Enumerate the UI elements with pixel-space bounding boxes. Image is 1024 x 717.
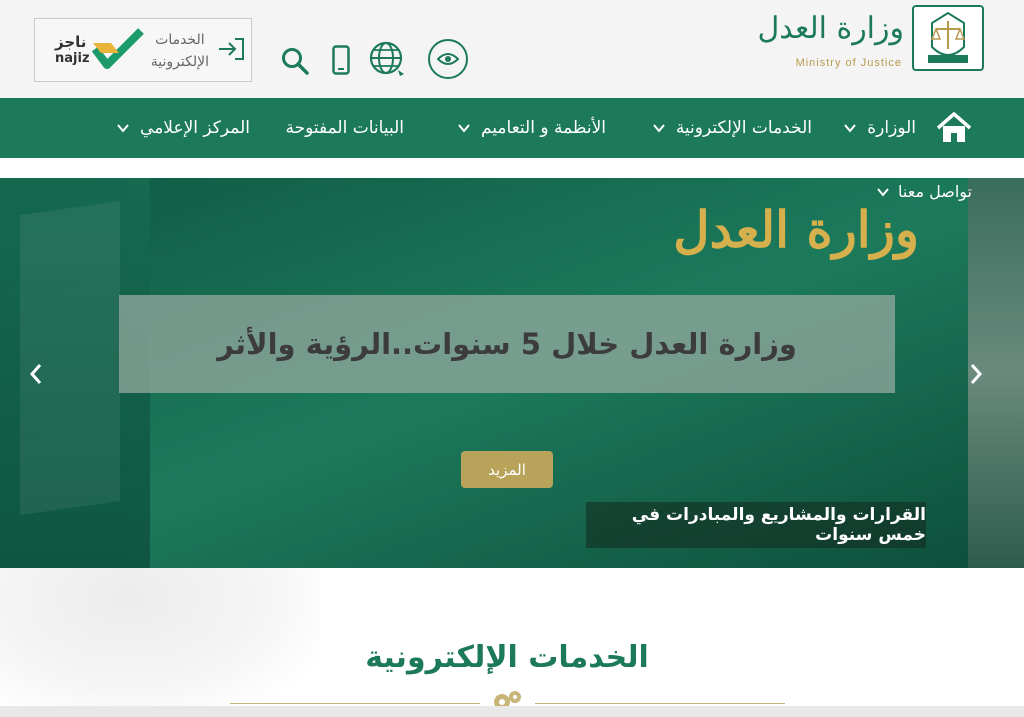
- chevron-down-icon: [844, 124, 857, 133]
- banner-caption: وزارة العدل خلال 5 سنوات..الرؤية والأثر: [217, 327, 797, 361]
- contact-us-link[interactable]: تواصل معنا: [876, 182, 972, 201]
- najiz-en: najiz: [55, 51, 90, 66]
- nav-item-eservices[interactable]: الخدمات الإلكترونية: [652, 98, 812, 158]
- nav-item-regulations[interactable]: الأنظمة و التعاميم: [457, 98, 606, 158]
- home-icon[interactable]: [936, 112, 972, 144]
- bottom-bar: [0, 706, 1024, 717]
- emblem-icon: [912, 5, 984, 71]
- search-button[interactable]: [280, 46, 310, 76]
- logo-title-ar: وزارة العدل: [757, 11, 904, 46]
- nav-item-label: البيانات المفتوحة: [285, 118, 404, 138]
- banner-logo-text: وزارة العدل: [673, 200, 919, 259]
- nav-item-label: الخدمات الإلكترونية: [675, 118, 812, 138]
- eservices-label-line1: الخدمات: [155, 32, 205, 48]
- nav-item-label: الوزارة: [867, 118, 916, 138]
- chevron-down-icon: [653, 124, 665, 133]
- header: وزارة العدل Ministry of Justice الخدمات …: [0, 0, 1024, 98]
- chevron-down-icon: [458, 124, 470, 133]
- eye-icon: [437, 53, 459, 65]
- najiz-logo: ناجز najiz: [49, 25, 145, 77]
- slider-next-icon[interactable]: [968, 363, 984, 385]
- login-arrow-icon: [219, 38, 244, 60]
- hero-banner: تواصل معنا وزارة العدل وزارة العدل خلال …: [0, 178, 1024, 568]
- slider-prev-icon[interactable]: [28, 363, 44, 385]
- main-nav: الوزارة الخدمات الإلكترونية الأنظمة و ال…: [0, 98, 1024, 158]
- more-button[interactable]: المزيد: [461, 451, 553, 488]
- mobile-app-button[interactable]: [330, 44, 352, 76]
- banner-sub-caption: القرارات والمشاريع والمبادرات في خمس سنو…: [586, 502, 926, 548]
- eservices-label-line2: الإلكترونية: [150, 54, 209, 70]
- mobile-icon: [332, 45, 350, 75]
- nav-item-ministry[interactable]: الوزارة: [843, 98, 916, 158]
- nav-item-open-data[interactable]: البيانات المفتوحة: [285, 98, 404, 158]
- banner-caption-box: وزارة العدل خلال 5 سنوات..الرؤية والأثر: [119, 295, 895, 393]
- eservices-label: الخدمات الإلكترونية: [151, 29, 209, 73]
- chevron-down-icon: [877, 187, 889, 197]
- banner-panel: [20, 200, 120, 516]
- nav-item-label: الأنظمة و التعاميم: [480, 118, 606, 138]
- chevron-down-icon: [117, 124, 129, 133]
- nav-item-media-center[interactable]: المركز الإعلامي: [116, 98, 250, 158]
- globe-icon: [369, 41, 404, 76]
- divider-line: [535, 703, 785, 704]
- language-button[interactable]: [368, 40, 406, 78]
- section-title: الخدمات الإلكترونية: [365, 640, 649, 675]
- contact-us-label: تواصل معنا: [898, 182, 972, 201]
- search-icon: [282, 48, 309, 75]
- divider-line: [230, 703, 480, 704]
- nav-item-label: المركز الإعلامي: [140, 118, 250, 138]
- najiz-ar: ناجز: [55, 33, 87, 51]
- eservices-login-box[interactable]: الخدمات الإلكترونية ناجز najiz: [34, 18, 252, 82]
- logo-title-en: Ministry of Justice: [795, 57, 902, 69]
- ministry-logo[interactable]: وزارة العدل Ministry of Justice: [757, 5, 984, 75]
- accessibility-eye-button[interactable]: [428, 39, 468, 79]
